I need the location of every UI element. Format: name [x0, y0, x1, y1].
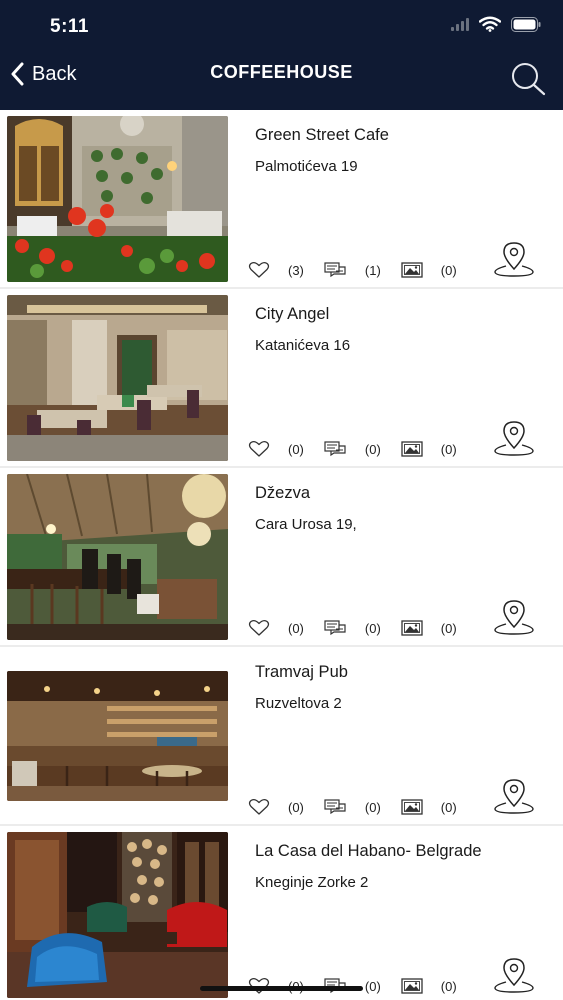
comments-stat[interactable]: (0)	[324, 440, 401, 458]
photos-stat[interactable]: (0)	[401, 441, 477, 457]
comments-count: (0)	[364, 441, 381, 457]
list-item[interactable]: Džezva Cara Urosa 19, (0) (0) (0)	[0, 468, 563, 647]
likes-stat[interactable]: (0)	[248, 440, 324, 458]
back-label: Back	[32, 62, 77, 85]
likes-stat[interactable]: (0)	[248, 798, 324, 816]
list-item[interactable]: Tramvaj Pub Ruzveltova 2 (0) (0) (0)	[0, 647, 563, 826]
map-pin-icon	[494, 779, 534, 814]
photos-count: (0)	[440, 262, 457, 278]
heart-icon	[248, 619, 270, 636]
likes-stat[interactable]: (3)	[248, 261, 324, 279]
comments-icon	[324, 619, 346, 635]
wifi-icon	[479, 16, 501, 32]
venue-photo[interactable]	[7, 832, 228, 998]
venue-address: Kneginje Zorke 2	[255, 874, 369, 891]
comments-stat[interactable]: (0)	[324, 619, 401, 637]
venue-address: Cara Urosa 19,	[255, 516, 357, 533]
comments-count: (0)	[364, 799, 381, 815]
map-pin-icon	[494, 421, 534, 456]
photos-count: (0)	[440, 441, 457, 457]
status-time: 5:11	[50, 16, 89, 37]
venue-address: Ruzveltova 2	[255, 695, 342, 712]
comments-stat[interactable]: (0)	[324, 798, 401, 816]
status-icons	[451, 16, 541, 32]
heart-icon	[248, 798, 270, 815]
venue-address: Palmotićeva 19	[255, 158, 358, 175]
photos-count: (0)	[440, 620, 457, 636]
photos-stat[interactable]: (0)	[401, 620, 477, 636]
chevron-left-icon	[11, 62, 24, 86]
venue-photo[interactable]	[7, 671, 228, 801]
location-button[interactable]	[493, 242, 535, 283]
comments-count: (0)	[364, 978, 381, 994]
page-title: COFFEEHOUSE	[210, 62, 353, 82]
back-button[interactable]: Back	[10, 62, 76, 86]
photos-stat[interactable]: (0)	[401, 799, 477, 815]
map-pin-icon	[494, 242, 534, 277]
photos-count: (0)	[440, 799, 457, 815]
image-icon	[401, 441, 423, 457]
list-item[interactable]: Green Street Cafe Palmotićeva 19 (3) (1)…	[0, 110, 563, 289]
likes-count: (3)	[288, 262, 304, 278]
comments-icon	[324, 261, 346, 277]
comments-stat[interactable]: (1)	[324, 261, 401, 279]
image-icon	[401, 799, 423, 815]
location-button[interactable]	[493, 600, 535, 641]
image-icon	[401, 262, 423, 278]
likes-count: (0)	[288, 799, 304, 815]
venue-stats: (0) (0) (0)	[248, 440, 477, 458]
comments-icon	[324, 798, 346, 814]
likes-count: (0)	[288, 441, 304, 457]
heart-icon	[248, 261, 270, 278]
photos-stat[interactable]: (0)	[401, 262, 477, 278]
comments-count: (0)	[364, 620, 381, 636]
venue-stats: (0) (0) (0)	[248, 798, 477, 816]
venue-list: Green Street Cafe Palmotićeva 19 (3) (1)…	[0, 110, 563, 1000]
photos-count: (0)	[440, 978, 457, 994]
comments-count: (1)	[364, 262, 381, 278]
venue-address: Katanićeva 16	[255, 337, 351, 354]
home-indicator[interactable]	[200, 986, 363, 991]
comments-icon	[324, 440, 346, 456]
list-item[interactable]: City Angel Katanićeva 16 (0) (0) (0)	[0, 289, 563, 468]
venue-photo[interactable]	[7, 474, 228, 640]
venue-name[interactable]: Tramvaj Pub	[255, 663, 348, 682]
venue-stats: (0) (0) (0)	[248, 619, 477, 637]
location-button[interactable]	[493, 421, 535, 462]
venue-name[interactable]: Green Street Cafe	[255, 126, 389, 145]
likes-stat[interactable]: (0)	[248, 619, 324, 637]
battery-icon	[511, 16, 541, 32]
venue-stats: (3) (1) (0)	[248, 261, 477, 279]
cellular-signal-icon	[451, 17, 469, 31]
venue-name[interactable]: La Casa del Habano- Belgrade	[255, 842, 482, 861]
map-pin-icon	[494, 600, 534, 635]
likes-count: (0)	[288, 620, 304, 636]
top-header: 5:11 Back COFFEEHOUSE	[0, 0, 563, 110]
photos-stat[interactable]: (0)	[401, 978, 477, 994]
search-icon	[512, 63, 546, 96]
image-icon	[401, 978, 423, 994]
heart-icon	[248, 440, 270, 457]
location-button[interactable]	[493, 958, 535, 999]
map-pin-icon	[494, 958, 534, 993]
venue-photo[interactable]	[7, 295, 228, 461]
venue-name[interactable]: Džezva	[255, 484, 310, 503]
venue-name[interactable]: City Angel	[255, 305, 329, 324]
venue-photo[interactable]	[7, 116, 228, 282]
location-button[interactable]	[493, 779, 535, 820]
search-button[interactable]	[509, 60, 547, 103]
image-icon	[401, 620, 423, 636]
list-item[interactable]: La Casa del Habano- Belgrade Kneginje Zo…	[0, 826, 563, 1000]
